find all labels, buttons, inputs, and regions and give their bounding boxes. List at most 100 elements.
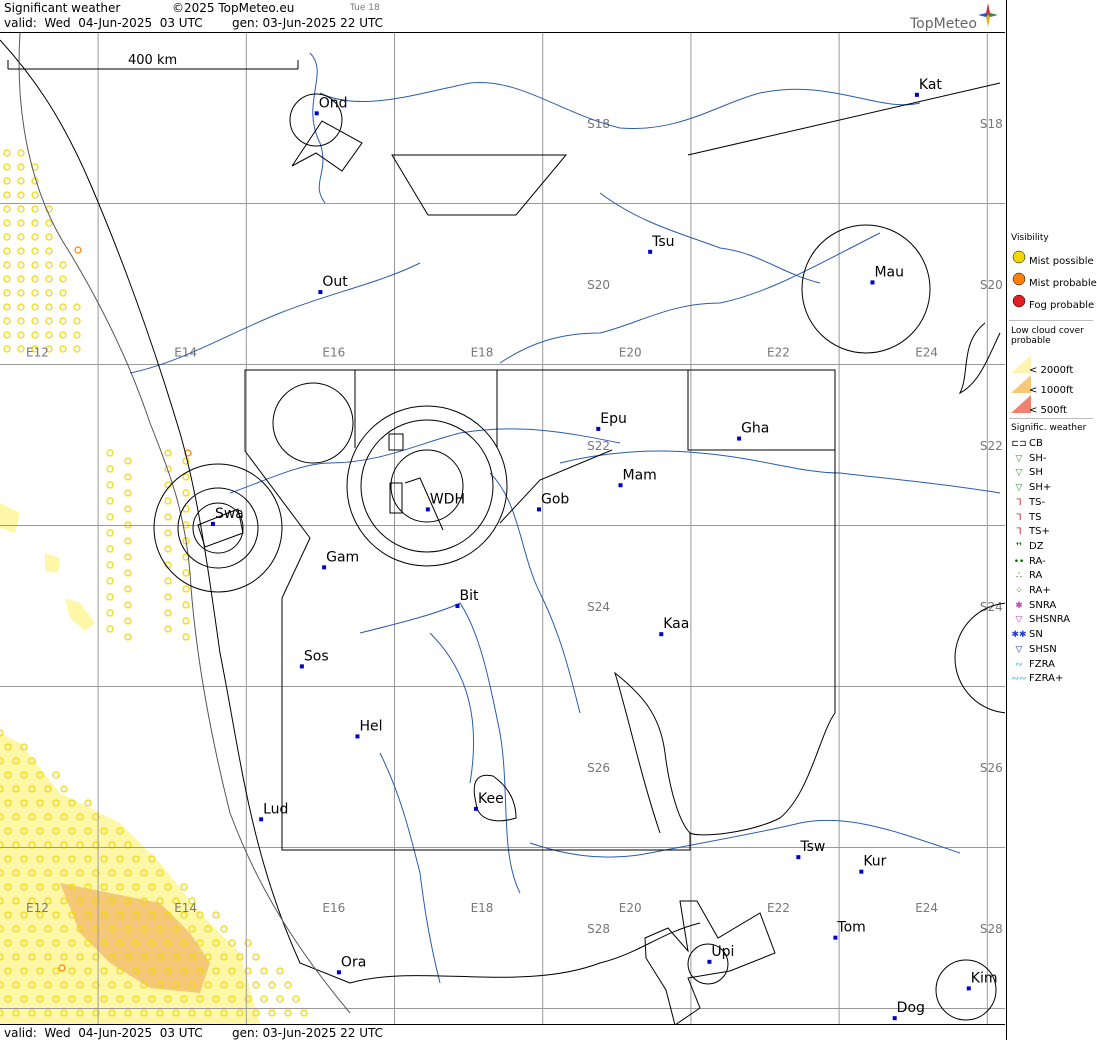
station-ond[interactable]: Ond: [314, 95, 348, 116]
shower-icon: ▽: [1015, 468, 1023, 479]
station-kur[interactable]: Kur: [859, 854, 887, 874]
station-marker: [892, 1016, 897, 1021]
station-marker: [596, 426, 601, 431]
legend-label: < 500ft: [1029, 405, 1067, 416]
station-epu[interactable]: Epu: [596, 411, 627, 431]
station-kaa[interactable]: Kaa: [659, 616, 689, 637]
mist-icon: [3, 275, 11, 283]
mist-icon: [17, 149, 25, 157]
station-upi[interactable]: Upi: [707, 944, 734, 964]
station-marker: [355, 734, 360, 739]
mist-icon: [212, 911, 220, 919]
mist-icon: [45, 261, 53, 269]
station-ora[interactable]: Ora: [336, 954, 366, 975]
mist-icon: [59, 275, 67, 283]
mist-icon: [260, 967, 268, 975]
station-gob[interactable]: Gob: [536, 491, 569, 512]
mist-icon: [31, 233, 39, 241]
station-marker: [425, 507, 430, 512]
station-kat[interactable]: Kat: [914, 77, 943, 97]
mist-icon: [31, 219, 39, 227]
station-gha[interactable]: Gha: [737, 421, 769, 441]
shower-light-icon: ▽: [1015, 453, 1023, 464]
station-kim[interactable]: Kim: [966, 970, 998, 991]
mist-icon: [124, 601, 132, 609]
station-tsu[interactable]: Tsu: [648, 234, 675, 254]
station-sos[interactable]: Sos: [299, 648, 329, 669]
station-marker: [833, 935, 838, 940]
station-bit[interactable]: Bit: [455, 588, 479, 608]
lon-label: E18: [471, 901, 494, 915]
station-wdh[interactable]: WDH: [425, 491, 465, 512]
mist-icon: [182, 473, 190, 481]
mist-possible-icon: [1011, 250, 1027, 267]
station-tom[interactable]: Tom: [833, 920, 866, 940]
rain-icon: ∴: [1016, 571, 1022, 582]
lat-label: S26: [980, 761, 1003, 775]
rivers: [129, 52, 1001, 984]
snow-rain-shower-icon: ▽: [1015, 615, 1023, 626]
mist-icon: [284, 981, 292, 989]
legend-thunderstorm-light: Ꞁ TS-: [1011, 497, 1045, 508]
station-swa[interactable]: Swa: [210, 506, 244, 526]
legend-snow: ✱✱ SN: [1011, 629, 1042, 640]
station-label: Out: [322, 274, 348, 290]
mist-icon: [73, 303, 81, 311]
snow-rain-icon: ✱: [1015, 600, 1023, 611]
station-mam[interactable]: Mam: [618, 467, 657, 488]
mist-icon: [31, 317, 39, 325]
mist-icon: [17, 191, 25, 199]
station-gam[interactable]: Gam: [322, 549, 359, 570]
mist-icon: [124, 633, 132, 641]
mist-icon: [3, 289, 11, 297]
rain-heavy-icon: ⁘: [1015, 586, 1023, 596]
lat-label: S24: [980, 600, 1003, 614]
station-label: Kat: [919, 77, 943, 93]
mist-icon: [252, 953, 260, 961]
mist-icon: [59, 261, 67, 269]
legend-label: Fog probable: [1029, 300, 1095, 311]
mist-icon: [31, 261, 39, 269]
station-label: Mam: [623, 467, 657, 483]
station-lud[interactable]: Lud: [259, 801, 288, 822]
station-dog[interactable]: Dog: [892, 1000, 925, 1021]
lat-label: S22: [980, 439, 1003, 453]
station-hel[interactable]: Hel: [355, 718, 382, 739]
station-marker: [659, 632, 664, 637]
lon-label: E18: [471, 345, 494, 359]
mist-icon: [31, 303, 39, 311]
mist-icon: [106, 593, 114, 601]
legend-low-cloud-item: < 1000ft: [1011, 375, 1073, 396]
mist-icon: [164, 449, 172, 457]
legend-rain: ∴ RA: [1011, 570, 1042, 581]
mist-icon: [182, 633, 190, 641]
station-mau[interactable]: Mau: [870, 264, 904, 285]
mist-icon: [84, 799, 92, 807]
copyright-text: ©2025 TopMeteo.eu: [172, 1, 295, 15]
mist-icon: [106, 625, 114, 633]
mist-icon: [164, 625, 172, 633]
station-marker: [259, 817, 264, 822]
legend-mist-probable: Mist probable: [1011, 272, 1097, 289]
station-label: Upi: [711, 944, 734, 960]
mist-icon: [45, 331, 53, 339]
country-boundaries: [0, 39, 1001, 984]
weather-map[interactable]: E12 E12 E14 E14 E16 E16 E18 E18 E20 E20 E22 E22 E24 E…: [0, 33, 1005, 1024]
mist-icon: [3, 345, 11, 353]
aerodrome-zones: [153, 93, 1005, 1024]
station-marker: [322, 565, 327, 570]
mist-icon: [74, 246, 82, 254]
station-marker: [914, 92, 919, 97]
station-tsw[interactable]: Tsw: [796, 839, 825, 860]
legend-fog-probable: Fog probable: [1011, 294, 1094, 311]
topmeteo-logo[interactable]: TopMeteo: [889, 2, 999, 32]
legend-shower-light: ▽ SH-: [1011, 453, 1047, 464]
mist-icon: [182, 617, 190, 625]
legend-label: SHSN: [1029, 643, 1057, 655]
legend-freezing-rain-heavy: ∾∾ FZRA+: [1011, 673, 1063, 684]
mist-icon: [292, 995, 300, 1003]
footer-valid-time: valid: Wed 04-Jun-2025 03 UTC: [4, 1026, 203, 1040]
station-kee[interactable]: Kee: [474, 791, 504, 811]
mist-icon: [164, 529, 172, 537]
mist-icon: [17, 261, 25, 269]
